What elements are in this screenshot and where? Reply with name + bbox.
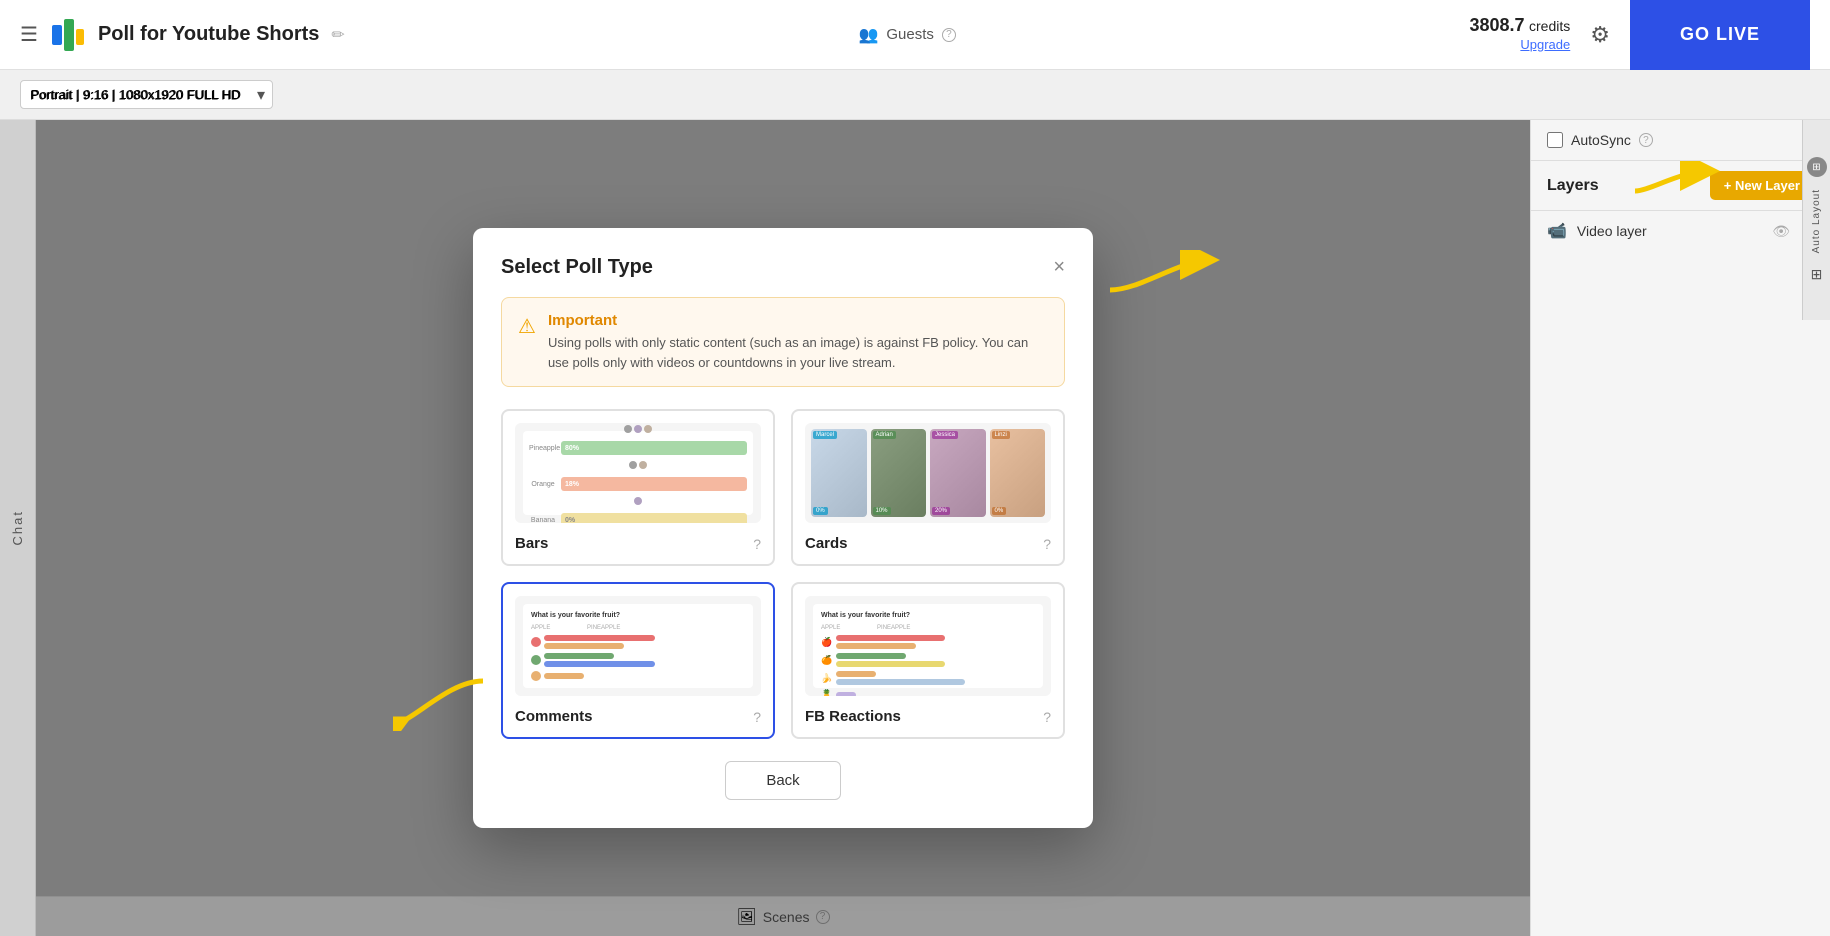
header-left: ☰ Poll for Youtube Shorts ✏ (20, 17, 345, 53)
guests-label: Guests (886, 26, 934, 43)
autosync-checkbox[interactable] (1547, 132, 1563, 148)
poll-option-cards[interactable]: Marcel 0% Adrian 10% (791, 409, 1065, 566)
cards-help-icon[interactable]: ? (1043, 536, 1051, 552)
credits-display: 3808.7 credits (1470, 15, 1571, 36)
fb-reactions-preview: What is your favorite fruit? APPLE PINEA… (805, 596, 1051, 696)
guests-help-icon[interactable]: ? (942, 28, 956, 42)
fb-reactions-label: FB Reactions (805, 708, 901, 725)
cards-preview: Marcel 0% Adrian 10% (805, 423, 1051, 523)
edit-title-icon[interactable]: ✏ (331, 25, 344, 45)
fb-question: What is your favorite fruit? (821, 612, 1035, 619)
fb-reactions-footer: FB Reactions ? (805, 708, 1051, 725)
resolution-wrapper: Portrait | 9:16 | 1080x1920 FULL HD Port… (20, 80, 273, 109)
settings-icon[interactable]: ⚙ (1590, 22, 1610, 48)
header-center: 👥 Guests ? (858, 25, 955, 45)
poll-option-bars[interactable]: Apple 0% Pineapple 80% (501, 409, 775, 566)
modal-header: Select Poll Type × (501, 256, 1065, 279)
autosync-help-icon[interactable]: ? (1639, 133, 1653, 147)
important-text: Using polls with only static content (su… (548, 333, 1048, 372)
important-content: Important Using polls with only static c… (548, 312, 1048, 372)
guests-icon: 👥 (858, 25, 878, 45)
back-button[interactable]: Back (725, 761, 840, 800)
video-layer-label: Video layer (1577, 223, 1762, 239)
new-layer-wrapper: + New Layer (1710, 171, 1814, 200)
canvas-area: Select Poll Type × ⚠ Important Using pol… (36, 120, 1530, 936)
cards-footer: Cards ? (805, 535, 1051, 552)
bars-help-icon[interactable]: ? (753, 536, 761, 552)
main-area: Chat (0, 120, 1830, 936)
credits-section: 3808.7 credits Upgrade (1470, 15, 1571, 54)
app-header: ☰ Poll for Youtube Shorts ✏ 👥 Guests ? 3… (0, 0, 1830, 70)
fb-reactions-help-icon[interactable]: ? (1043, 709, 1051, 725)
select-poll-type-modal: Select Poll Type × ⚠ Important Using pol… (473, 228, 1093, 828)
poll-options-grid: Apple 0% Pineapple 80% (501, 409, 1065, 739)
comments-preview: What is your favorite fruit? APPLE PINEA… (515, 596, 761, 696)
go-live-button[interactable]: GO LIVE (1630, 0, 1810, 70)
auto-layout-panel: ⊞ Auto Layout ⊞ (1802, 120, 1830, 320)
upgrade-link[interactable]: Upgrade (1520, 37, 1570, 52)
bars-preview: Apple 0% Pineapple 80% (515, 423, 761, 523)
bars-label: Bars (515, 535, 548, 552)
layer-visibility-icon[interactable]: 👁 (1772, 223, 1790, 240)
comments-label: Comments (515, 708, 593, 725)
header-right: 3808.7 credits Upgrade ⚙ GO LIVE (1470, 0, 1811, 70)
new-layer-button[interactable]: + New Layer (1710, 171, 1814, 200)
comments-footer: Comments ? (515, 708, 761, 725)
important-notice: ⚠ Important Using polls with only static… (501, 297, 1065, 387)
credits-amount: 3808.7 (1470, 15, 1525, 35)
modal-close-button[interactable]: × (1053, 256, 1065, 279)
cards-label: Cards (805, 535, 848, 552)
app-title: Poll for Youtube Shorts (98, 23, 319, 46)
warning-icon: ⚠ (518, 314, 536, 372)
chat-label: Chat (10, 510, 25, 545)
poll-option-comments[interactable]: What is your favorite fruit? APPLE PINEA… (501, 582, 775, 739)
chat-panel[interactable]: Chat (0, 120, 36, 936)
app-logo (50, 17, 86, 53)
modal-footer: Back (501, 761, 1065, 800)
autosync-label: AutoSync (1571, 132, 1631, 148)
auto-layout-grid-icon[interactable]: ⊞ (1811, 266, 1823, 283)
modal-overlay: Select Poll Type × ⚠ Important Using pol… (36, 120, 1530, 936)
layers-header: Layers + New Layer (1531, 161, 1830, 210)
important-title: Important (548, 312, 1048, 329)
comments-question: What is your favorite fruit? (531, 612, 745, 619)
video-layer-icon: 📹 (1547, 221, 1567, 241)
auto-layout-label: Auto Layout (1811, 189, 1822, 253)
auto-layout-circle[interactable]: ⊞ (1807, 157, 1827, 177)
modal-title: Select Poll Type (501, 256, 653, 279)
toolbar: Portrait | 9:16 | 1080x1920 FULL HD Port… (0, 70, 1830, 120)
right-panel: AutoSync ? Layers + New Layer 📹 (1530, 120, 1830, 936)
bars-footer: Bars ? (515, 535, 761, 552)
video-layer-row: 📹 Video layer 👁 ⋮ (1531, 210, 1830, 251)
hamburger-menu-icon[interactable]: ☰ (20, 22, 38, 47)
credits-label: credits (1529, 18, 1570, 34)
resolution-select[interactable]: Portrait | 9:16 | 1080x1920 FULL HD (20, 80, 273, 109)
layers-title: Layers (1547, 177, 1599, 195)
comments-help-icon[interactable]: ? (753, 709, 761, 725)
poll-option-fb-reactions[interactable]: What is your favorite fruit? APPLE PINEA… (791, 582, 1065, 739)
autosync-row: AutoSync ? (1531, 120, 1830, 161)
